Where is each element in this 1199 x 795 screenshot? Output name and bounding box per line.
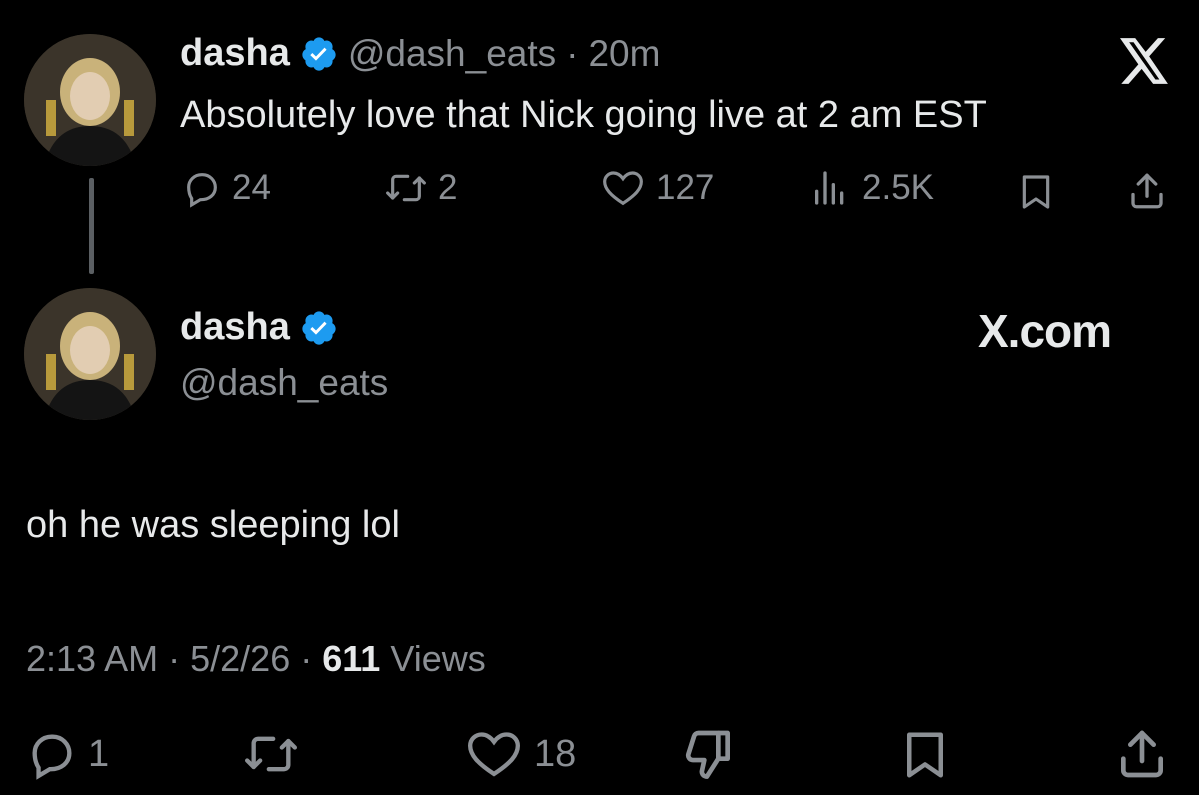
like-button[interactable]: 18 [464,728,576,780]
share-button[interactable] [1114,726,1170,787]
tweet-text: Absolutely love that Nick going live at … [180,94,987,136]
repost-count: 2 [438,168,458,207]
reply-count: 24 [232,168,271,207]
tweet-time[interactable]: 2:13 AM [26,638,158,679]
source-label[interactable]: X.com [978,304,1112,358]
separator: · [566,32,579,74]
like-icon [603,171,643,206]
views-label: Views [390,638,486,679]
handle[interactable]: @dash_eats [348,33,556,75]
reply-count: 1 [88,732,110,775]
share-button[interactable] [1126,170,1168,217]
reply-icon [32,734,72,780]
display-name[interactable]: dasha [180,306,290,349]
views-count: 2.5K [862,168,934,207]
views-icon [815,171,844,205]
handle[interactable]: @dash_eats [180,362,388,404]
like-count: 127 [656,168,715,207]
like-count: 18 [534,732,577,775]
repost-icon [386,174,426,202]
avatar[interactable] [24,34,156,166]
like-icon [467,732,521,777]
timestamp[interactable]: 20m [588,33,660,75]
reply-header: dasha [180,306,338,349]
views-button[interactable]: 2.5K [808,168,934,208]
like-button[interactable]: 127 [600,168,714,208]
avatar[interactable] [24,288,156,420]
verified-badge-icon [300,309,338,347]
share-icon [1131,173,1163,209]
tweet-meta: 2:13 AM · 5/2/26 · 611 Views [26,638,486,680]
views-count: 611 [322,638,381,679]
bookmark-icon [1022,175,1050,209]
tweet-header: dasha @dash_eats · 20m [180,32,660,75]
dislike-icon [685,730,730,779]
display-name[interactable]: dasha [180,32,290,75]
dislike-button[interactable] [680,726,738,787]
bookmark-button[interactable] [1016,172,1056,217]
x-logo-icon[interactable] [1120,38,1170,84]
bookmark-icon [907,732,943,778]
tweet-date[interactable]: 5/2/26 [190,638,290,679]
tweet-text: oh he was sleeping lol [26,504,400,546]
repost-icon [245,736,298,772]
repost-button[interactable]: 2 [384,168,457,208]
separator: · [300,638,313,679]
verified-badge-icon [300,35,338,73]
bookmark-button[interactable] [898,728,952,787]
repost-button[interactable] [240,728,302,785]
share-icon [1121,730,1163,778]
reply-icon [187,173,217,208]
thread-connector-line [89,178,94,274]
reply-button[interactable]: 24 [182,168,271,208]
reply-button[interactable]: 1 [26,728,109,780]
separator: · [168,638,181,679]
